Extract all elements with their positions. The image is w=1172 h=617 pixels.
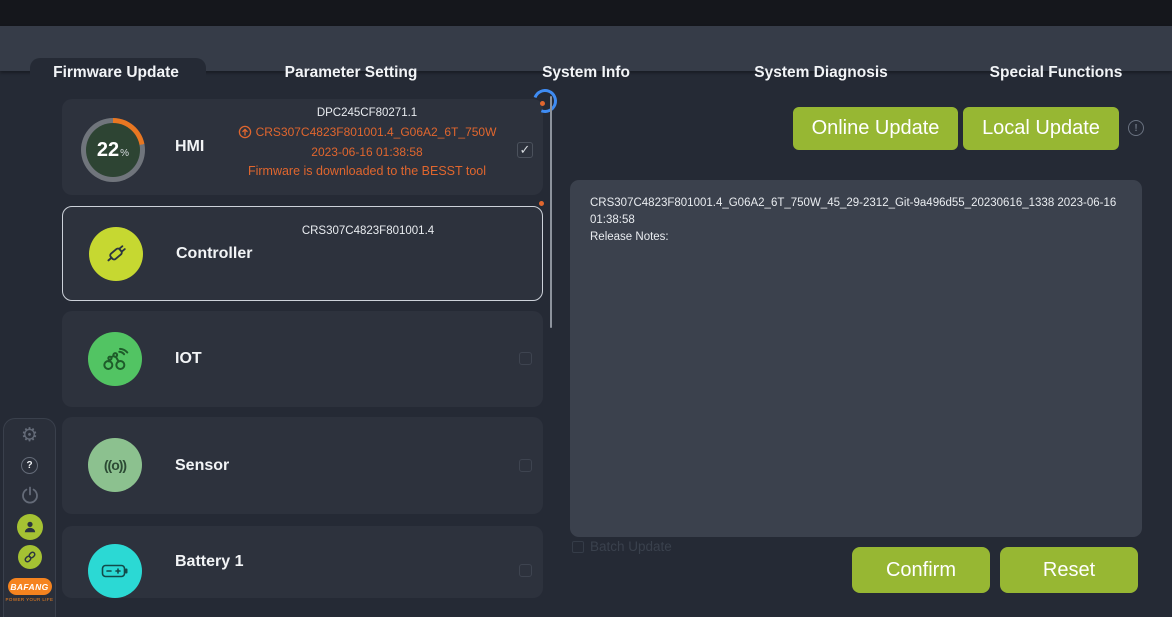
iot-checkbox[interactable] <box>519 352 532 365</box>
hmi-current-version: DPC245CF80271.1 <box>217 107 517 119</box>
device-card-controller[interactable]: Controller CRS307C4823F801001.4 <box>62 206 543 301</box>
batch-update-checkbox[interactable] <box>572 541 584 553</box>
hmi-progress-inner: 22% <box>86 123 140 177</box>
hmi-new-firmware: CRS307C4823F801001.4_G06A2_6T_750W <box>256 125 497 139</box>
hmi-download-status: Firmware is downloaded to the BESST tool <box>217 164 517 178</box>
tab-firmware-update[interactable]: Firmware Update <box>53 64 179 82</box>
link-connection-icon[interactable] <box>18 545 42 569</box>
user-account-icon[interactable] <box>17 514 43 540</box>
release-notes-panel: CRS307C4823F801001.4_G06A2_6T_750W_45_29… <box>570 180 1142 537</box>
device-card-sensor[interactable]: ((o)) Sensor <box>62 417 543 514</box>
check-icon: ✓ <box>520 142 531 158</box>
device-name-iot: IOT <box>175 311 202 407</box>
hmi-progress-value: 22 <box>97 139 119 162</box>
settings-gear-icon[interactable]: ⚙ <box>17 422 43 448</box>
local-update-button[interactable]: Local Update <box>963 107 1119 150</box>
hmi-progress-ring: 22% <box>81 118 145 182</box>
device-name-sensor: Sensor <box>175 417 229 514</box>
plug-icon <box>89 227 143 281</box>
update-info-exclamation-icon[interactable]: ! <box>1128 120 1144 136</box>
sensor-checkbox[interactable] <box>519 459 532 472</box>
controller-current-version: CRS307C4823F801001.4 <box>218 225 518 237</box>
device-name-hmi: HMI <box>175 99 204 195</box>
battery-checkbox[interactable] <box>519 564 532 577</box>
power-icon[interactable] <box>17 482 43 508</box>
hmi-firmware-timestamp: 2023-06-16 01:38:58 <box>217 145 517 159</box>
device-card-battery[interactable]: Battery 1 <box>62 526 543 598</box>
device-name-battery: Battery 1 <box>175 526 243 598</box>
tab-bar: Firmware Update Parameter Setting System… <box>0 26 1172 71</box>
help-icon[interactable]: ? <box>21 457 38 474</box>
sidebar-rail: ⚙ ? BAFANG POWER YOUR LIFE <box>3 418 56 617</box>
tab-parameter-setting[interactable]: Parameter Setting <box>285 64 418 82</box>
bafang-logo-text: BAFANG <box>10 582 48 592</box>
sensor-icon: ((o)) <box>88 438 142 492</box>
bafang-logo: BAFANG <box>8 578 52 595</box>
bafang-logo-tagline: POWER YOUR LIFE <box>6 597 54 602</box>
hmi-new-firmware-row: CRS307C4823F801001.4_G06A2_6T_750W <box>217 125 517 139</box>
download-to-tool-icon <box>238 125 252 139</box>
device-card-iot[interactable]: IOT <box>62 311 543 407</box>
tab-system-info[interactable]: System Info <box>542 64 630 82</box>
window-top-strip <box>0 0 1172 26</box>
device-name-controller: Controller <box>176 207 252 300</box>
controller-update-badge <box>539 201 544 206</box>
spinner-notification-dot <box>540 101 545 106</box>
tab-special-functions[interactable]: Special Functions <box>990 64 1123 82</box>
release-firmware-line: CRS307C4823F801001.4_G06A2_6T_750W_45_29… <box>590 195 1128 229</box>
release-notes-label: Release Notes: <box>590 229 1128 246</box>
batch-update-label: Batch Update <box>590 539 672 554</box>
exclamation-glyph: ! <box>1134 123 1137 134</box>
batch-update-row[interactable]: Batch Update <box>572 539 672 554</box>
hmi-checkbox[interactable]: ✓ <box>517 142 533 158</box>
battery-icon <box>88 544 142 598</box>
confirm-button[interactable]: Confirm <box>852 547 990 593</box>
reset-button[interactable]: Reset <box>1000 547 1138 593</box>
device-list-scrollbar[interactable] <box>550 96 552 328</box>
online-update-button[interactable]: Online Update <box>793 107 958 150</box>
tab-system-diagnosis[interactable]: System Diagnosis <box>754 64 888 82</box>
device-card-hmi[interactable]: 22% HMI DPC245CF80271.1 CRS307C4823F8010… <box>62 99 543 195</box>
iot-icon <box>88 332 142 386</box>
hmi-progress-unit: % <box>120 148 129 159</box>
